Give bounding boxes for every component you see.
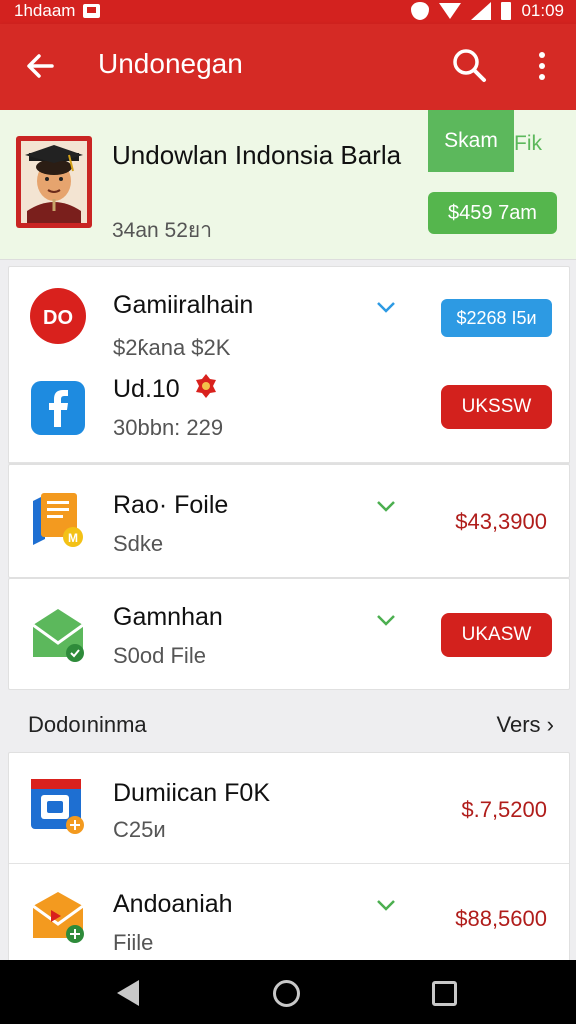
- app-bar-title: Undonegan: [98, 48, 243, 79]
- list-item-subtitle: C25ᴎ: [113, 817, 166, 842]
- file-subtitle: Sdke: [113, 531, 164, 556]
- app-window-icon: [29, 777, 87, 835]
- list-item-title: Gamiiralhain: [113, 291, 254, 319]
- nav-recents-icon[interactable]: [432, 981, 457, 1006]
- search-icon[interactable]: [450, 46, 490, 86]
- list-item[interactable]: Ud.10 30bbn: 229 UKSSW: [9, 365, 569, 465]
- list-item-subtitle: 30bbn: 229: [113, 415, 224, 440]
- mail-orange-icon: [29, 888, 87, 946]
- nav-home-icon[interactable]: [273, 980, 300, 1007]
- mail-card[interactable]: Gamnhan S0od File UKASW: [8, 578, 570, 690]
- price-button[interactable]: $2268 I5ᴎ: [441, 299, 552, 337]
- section-label: Dodoıninma: [28, 712, 147, 737]
- profile-tag[interactable]: Skam: [428, 110, 514, 172]
- mail-subtitle: S0od File: [113, 643, 206, 668]
- more-options-icon[interactable]: [528, 48, 556, 84]
- status-time: 01:09: [521, 1, 564, 20]
- wifi-icon: [439, 3, 462, 19]
- list-item[interactable]: Dumiican F0K C25ᴎ $.7,5200: [9, 753, 569, 863]
- profile-price-button[interactable]: $459 7am: [428, 192, 557, 234]
- profile-name: Undowlan Indonsia Barla: [112, 140, 402, 170]
- document-icon: M: [29, 491, 87, 549]
- navigation-bar: [0, 960, 576, 1024]
- battery-icon: [501, 2, 512, 20]
- list-item-title: Ud.10: [113, 375, 180, 403]
- list-item-title: Dumiican F0K: [113, 779, 270, 807]
- chevron-down-icon[interactable]: [375, 499, 397, 513]
- file-card[interactable]: M Rao· Foile Sdke $43,3900: [8, 464, 570, 578]
- signal-icon: [471, 2, 492, 20]
- nav-back-icon[interactable]: [117, 980, 139, 1006]
- svg-text:M: M: [68, 531, 78, 545]
- list-item-price: $.7,5200: [461, 797, 547, 822]
- chevron-down-icon[interactable]: [375, 300, 397, 314]
- notification-icon: [83, 4, 101, 18]
- mail-icon: [29, 605, 87, 663]
- list-item-price: $88,5600: [455, 906, 547, 931]
- chevron-down-icon[interactable]: [375, 898, 397, 912]
- file-price: $43,3900: [455, 509, 547, 534]
- app-list-card: DO Gamiiralhain $2ƙana $2K $2268 I5ᴎ Ud.…: [8, 266, 570, 464]
- list-item[interactable]: DO Gamiiralhain $2ƙana $2K $2268 I5ᴎ: [9, 267, 569, 365]
- section-header: Dodoıninma Vers ›: [0, 696, 576, 752]
- app-bar: Undonegan: [0, 24, 576, 110]
- action-button[interactable]: UKASW: [441, 613, 552, 657]
- badge-icon: [195, 373, 217, 399]
- profile-subtitle: 34an 52ยา: [112, 219, 213, 242]
- status-left: 1hdaam: [14, 1, 101, 21]
- status-right: 01:09: [411, 1, 564, 21]
- download-list-card: Dumiican F0K C25ᴎ $.7,5200 Andoaniah Fii…: [8, 752, 570, 966]
- list-item[interactable]: Andoaniah Fiile $88,5600: [9, 864, 569, 967]
- svg-text:DO: DO: [43, 307, 73, 329]
- shield-icon: [411, 2, 430, 20]
- profile-card: Undowlan Indonsia Barla 34an 52ยา Skam F…: [0, 110, 576, 260]
- status-bar: 1hdaam 01:09: [0, 0, 576, 24]
- status-carrier-text: 1hdaam: [14, 1, 76, 20]
- file-title: Rao· Foile: [113, 491, 229, 519]
- list-item-subtitle: Fiile: [113, 930, 154, 955]
- facebook-icon: [29, 379, 87, 437]
- list-item-subtitle: $2ƙana $2K: [113, 335, 231, 360]
- chevron-down-icon[interactable]: [375, 613, 397, 627]
- back-arrow-icon[interactable]: [22, 48, 58, 84]
- section-more-link[interactable]: Vers ›: [497, 712, 554, 738]
- mail-title: Gamnhan: [113, 603, 223, 631]
- list-item-title: Andoaniah: [113, 890, 233, 918]
- app-logo-icon: DO: [29, 287, 87, 345]
- divider: [8, 462, 570, 463]
- avatar[interactable]: [16, 136, 92, 228]
- action-button[interactable]: UKSSW: [441, 385, 552, 429]
- profile-tag-secondary[interactable]: Fik: [514, 132, 542, 156]
